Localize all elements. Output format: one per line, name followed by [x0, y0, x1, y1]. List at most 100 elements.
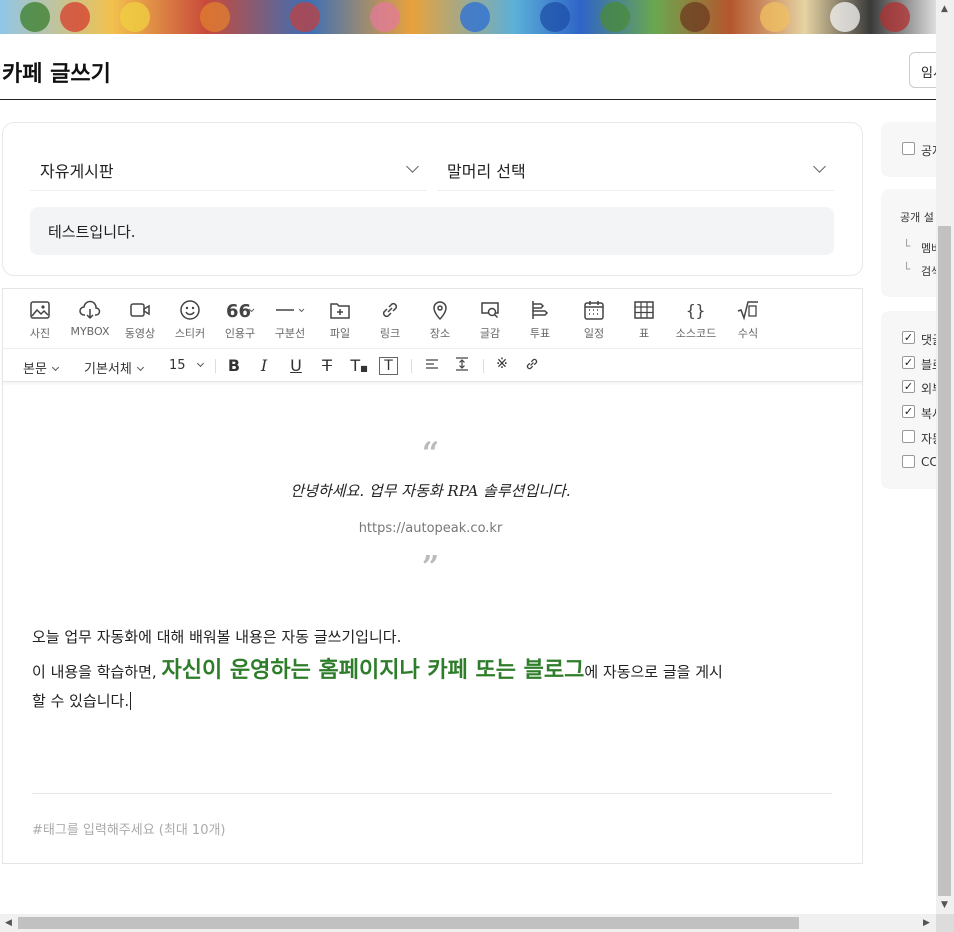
- font-color-button[interactable]: T■: [348, 356, 370, 375]
- option-checkbox-auto[interactable]: [902, 430, 915, 443]
- toolbar-video-button[interactable]: 동영상: [115, 299, 165, 341]
- prefix-select-value: 말머리 선택: [447, 162, 526, 181]
- prefix-select[interactable]: 말머리 선택: [437, 145, 834, 191]
- line-height-button[interactable]: [451, 356, 473, 375]
- title-input[interactable]: 테스트입니다.: [30, 207, 834, 255]
- quote-close-icon: ”: [421, 550, 440, 585]
- vertical-scroll-thumb[interactable]: [938, 226, 951, 896]
- horizontal-scrollbar[interactable]: ◀ ▶: [0, 914, 936, 932]
- toolbar-vote-button[interactable]: 투표: [515, 299, 565, 341]
- board-select-value: 자유게시판: [40, 162, 114, 181]
- toolbar-sticker-button[interactable]: 스티커: [165, 299, 215, 341]
- paragraph-style-select[interactable]: 본문: [23, 358, 59, 377]
- option-checkbox-external[interactable]: ✓: [902, 380, 915, 393]
- toolbar-table-button[interactable]: 표: [619, 299, 669, 341]
- page-header: 카페 글쓰기 임시: [0, 34, 949, 100]
- toolbar-photo-button[interactable]: 사진: [15, 299, 65, 341]
- paragraph-style-value: 본문: [23, 362, 47, 377]
- toolbar-label: 인용구: [224, 327, 256, 340]
- vertical-scrollbar[interactable]: ▲ ▼: [936, 0, 954, 914]
- background-color-button[interactable]: T: [379, 357, 398, 375]
- font-size-value: 15: [169, 358, 186, 373]
- align-button[interactable]: [421, 356, 443, 375]
- bold-button[interactable]: B: [223, 356, 245, 375]
- vote-icon: [532, 301, 549, 319]
- option-checkbox-blog[interactable]: ✓: [902, 356, 915, 369]
- link-icon: [526, 358, 538, 370]
- font-size-select[interactable]: 15: [169, 358, 204, 373]
- link-icon: [382, 302, 398, 318]
- strikethrough-button[interactable]: T: [316, 356, 338, 375]
- body-paragraph-3[interactable]: 할 수 있습니다.: [32, 690, 132, 711]
- body-paragraph-1[interactable]: 오늘 업무 자동화에 대해 배워볼 내용은 자동 글쓰기입니다.: [32, 626, 401, 647]
- format-toolbar: 본문 기본서체 15 B I U T T■ T ※: [2, 348, 863, 382]
- toolbar-divider-button[interactable]: 구분선: [265, 299, 315, 341]
- toolbar-formula-button[interactable]: 수식: [723, 299, 773, 341]
- toolbar-place-button[interactable]: 장소: [415, 299, 465, 341]
- scroll-up-icon[interactable]: ▲: [941, 4, 948, 14]
- toolbar-label: 스티커: [174, 327, 206, 340]
- toolbar-separator: [215, 359, 216, 373]
- toolbar-separator: [411, 359, 412, 373]
- toolbar-material-button[interactable]: 글감: [465, 299, 515, 341]
- insert-toolbar: 사진 MYBOX 동영상 스티커 66 인용구 구분선 파일 링크 장소 글감 …: [2, 288, 863, 348]
- divider-icon: [276, 308, 305, 313]
- toolbar-label: 표: [638, 327, 650, 340]
- options-panel: ✓ 댓글 ✓ 블로그 ✓ 외부 ✓ 복사 자동 CCL: [881, 311, 937, 489]
- video-icon: [130, 303, 150, 317]
- italic-button[interactable]: I: [253, 356, 275, 375]
- option-checkbox-comment[interactable]: ✓: [902, 331, 915, 344]
- toolbar-label: 사진: [29, 327, 51, 340]
- notice-label: 공지: [921, 144, 937, 158]
- photo-icon: [30, 301, 50, 319]
- toolbar-file-button[interactable]: 파일: [315, 299, 365, 341]
- scroll-down-icon[interactable]: ▼: [941, 900, 948, 910]
- mybox-icon: [79, 300, 101, 320]
- underline-button[interactable]: U: [285, 356, 307, 375]
- toolbar-label: 구분선: [274, 327, 306, 340]
- top-banner-image: [0, 0, 936, 34]
- option-checkbox-ccl[interactable]: [902, 455, 915, 468]
- toolbar-label: 소스코드: [675, 327, 717, 340]
- chevron-down-icon: [136, 363, 144, 372]
- place-icon: [433, 301, 447, 321]
- body-text: 이 내용을 학습하면,: [32, 663, 162, 681]
- horizontal-scroll-thumb[interactable]: [18, 917, 799, 929]
- toolbar-separator: [483, 359, 484, 373]
- notice-checkbox[interactable]: [902, 142, 915, 155]
- align-left-icon: [426, 359, 438, 369]
- toolbar-source-code-button[interactable]: {} 소스코드: [671, 299, 721, 341]
- schedule-icon: [584, 301, 604, 320]
- scroll-right-icon[interactable]: ▶: [923, 918, 930, 928]
- material-icon: [481, 302, 499, 319]
- scrollbar-corner: [936, 914, 954, 932]
- body-text: 할 수 있습니다.: [32, 692, 130, 710]
- quote-text[interactable]: 안녕하세요. 업무 자동화 RPA 솔루션입니다.: [0, 480, 861, 501]
- svg-text:66: 66: [226, 301, 251, 321]
- body-paragraph-2[interactable]: 이 내용을 학습하면, 자신이 운영하는 홈페이지나 카페 또는 블로그에 자동…: [32, 652, 723, 684]
- toolbar-label: 파일: [329, 327, 351, 340]
- link-format-button[interactable]: [521, 356, 543, 376]
- sticker-icon: [180, 300, 200, 320]
- body-text: 에 자동으로 글을 게시: [584, 663, 723, 681]
- board-select[interactable]: 자유게시판: [30, 145, 427, 191]
- toolbar-label: 글감: [479, 327, 501, 340]
- font-family-select[interactable]: 기본서체: [84, 358, 144, 377]
- toolbar-quote-button[interactable]: 66 인용구: [215, 299, 265, 341]
- option-label: 외부: [921, 382, 937, 396]
- tree-branch-icon: └: [903, 262, 911, 276]
- public-option-search[interactable]: 검색: [921, 263, 937, 279]
- toolbar-label: 투표: [529, 327, 551, 340]
- quote-source[interactable]: https://autopeak.co.kr: [0, 521, 861, 536]
- font-family-value: 기본서체: [84, 362, 132, 377]
- toolbar-link-button[interactable]: 링크: [365, 299, 415, 341]
- toolbar-schedule-button[interactable]: 일정: [569, 299, 619, 341]
- option-checkbox-copy[interactable]: ✓: [902, 405, 915, 418]
- special-char-button[interactable]: ※: [491, 356, 513, 372]
- tag-input[interactable]: #태그를 입력해주세요 (최대 10개): [32, 819, 226, 838]
- quote-icon: 66: [226, 301, 255, 321]
- scroll-left-icon[interactable]: ◀: [5, 918, 12, 928]
- toolbar-mybox-button[interactable]: MYBOX: [65, 299, 115, 338]
- quote-open-icon: “: [421, 436, 440, 471]
- public-option-member[interactable]: 멤버: [921, 240, 937, 256]
